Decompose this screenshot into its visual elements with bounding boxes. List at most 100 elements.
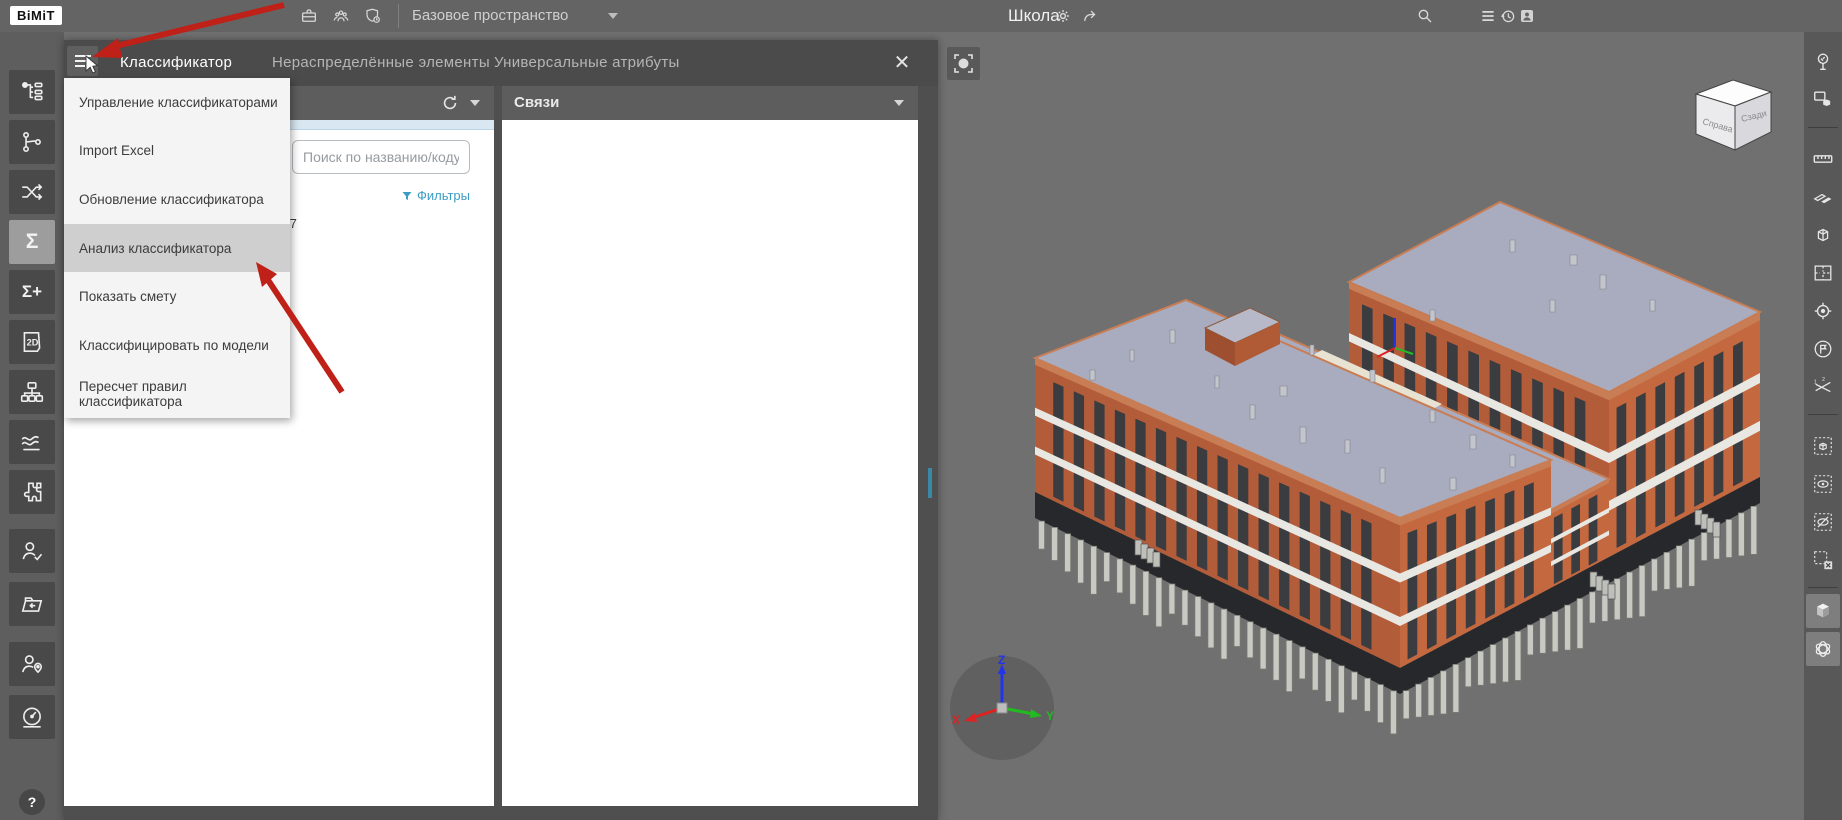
model-tree-icon [21, 81, 43, 101]
menu-item-show-estimate[interactable]: Показать смету [64, 272, 290, 321]
sidebar-item-2d[interactable]: 2D [9, 320, 55, 364]
account-icon[interactable] [1518, 7, 1536, 25]
filter-funnel-icon [402, 192, 412, 200]
menu-item-classify-by-model[interactable]: Классифицировать по модели [64, 321, 290, 370]
menu-item-import-excel[interactable]: Import Excel [64, 127, 290, 176]
history-icon[interactable] [1499, 7, 1517, 25]
view-cube[interactable]: Справа Сзади [1684, 74, 1778, 164]
team-icon[interactable] [332, 7, 350, 25]
panel-resize-handle[interactable] [928, 468, 932, 498]
toolbar-clear-selection-button[interactable] [1806, 543, 1840, 577]
links-header-caret-icon[interactable] [894, 100, 904, 106]
workspace-selector[interactable]: Базовое пространство [412, 0, 568, 32]
toolbar-isolate-button[interactable] [1806, 429, 1840, 463]
sidebar-item-structure[interactable] [9, 370, 55, 414]
3d-model-building[interactable] [950, 180, 1810, 760]
briefcase-icon[interactable] [300, 7, 318, 25]
svg-text:1: 1 [1814, 379, 1817, 385]
menu-item-recalc-rules[interactable]: Пересчет правил классификатора [64, 369, 290, 418]
section-box-icon [1817, 228, 1829, 242]
puzzle-icon [23, 482, 42, 502]
svg-text:2: 2 [1822, 377, 1825, 383]
search-input[interactable] [292, 140, 470, 174]
toolbar-shaded-view-button[interactable] [1806, 594, 1840, 628]
links-panel-title: Связи [514, 94, 560, 111]
sidebar-item-estimates[interactable]: Σ [9, 220, 55, 264]
toolbar-separator [1808, 127, 1838, 128]
sidebar-item-model-tree[interactable] [9, 70, 55, 114]
sidebar-item-mapping[interactable] [9, 170, 55, 214]
menu-item-update-classifier[interactable]: Обновление классификатора [64, 175, 290, 224]
workspace-caret-icon[interactable] [608, 13, 618, 19]
2d-doc-icon: 2D [23, 331, 41, 353]
hamburger-icon [75, 55, 91, 67]
sidebar-item-relations[interactable] [9, 120, 55, 164]
trend-lines-icon [21, 435, 40, 451]
fit-view-button[interactable] [947, 47, 980, 80]
toolbar-measure-button[interactable] [1806, 142, 1840, 176]
sidebar-item-estimates-add[interactable]: Σ+ [9, 270, 55, 314]
menu-item-analyze-classifier[interactable]: Анализ классификатора [64, 223, 290, 273]
sigma-icon: Σ [25, 230, 39, 253]
gauge-icon [23, 707, 41, 728]
person-check-icon [22, 542, 43, 561]
app-logo[interactable]: BiMiT [10, 6, 62, 25]
sidebar-item-export[interactable] [9, 582, 55, 626]
locate-icon [1814, 302, 1832, 320]
shield-clock-icon[interactable] [364, 7, 382, 25]
refresh-icon[interactable] [440, 93, 460, 113]
ruler-icon [1813, 155, 1833, 163]
toolbar-flag-button[interactable] [1806, 332, 1840, 366]
gizmo-x-label: X [952, 713, 960, 727]
share-icon[interactable] [1081, 7, 1099, 25]
sidebar-item-user-location[interactable] [9, 642, 55, 686]
filters-link[interactable]: Фильтры [350, 188, 470, 203]
toolbar-locate-button[interactable] [1806, 294, 1840, 328]
close-icon[interactable]: ✕ [890, 51, 914, 75]
gizmo-z-label: Z [998, 653, 1005, 667]
eye-slash-icon [1814, 513, 1832, 531]
folder-export-icon [21, 597, 43, 612]
toolbar-show-hidden-button[interactable] [1806, 467, 1840, 501]
toolbar-section-plane-button[interactable] [1806, 180, 1840, 214]
toolbar-separator [1808, 414, 1838, 415]
toolbar-orbit-button[interactable] [1806, 632, 1840, 666]
sidebar-item-charts[interactable] [9, 420, 55, 464]
isolate-box-icon [1814, 437, 1832, 455]
select-similar-icon [1814, 91, 1831, 106]
sidebar-item-user-tasks[interactable] [9, 529, 55, 573]
links-panel-body[interactable] [502, 120, 918, 806]
toolbar-hide-button[interactable] [1806, 505, 1840, 539]
orientation-gizmo[interactable]: Z X Y [946, 652, 1058, 764]
right-toolbar: 12 [1804, 32, 1842, 820]
tab-universal-attributes[interactable]: Универсальные атрибуты [476, 40, 698, 86]
classifier-menu-button[interactable] [67, 46, 98, 76]
shaded-cube-icon [1817, 603, 1829, 618]
search-icon[interactable] [1416, 7, 1434, 25]
toolbar-section-box-button[interactable] [1806, 218, 1840, 252]
sidebar-item-dashboard[interactable] [9, 695, 55, 739]
org-chart-icon [20, 381, 44, 403]
tab-unallocated-elements[interactable]: Нераспределённые элементы [254, 40, 508, 86]
classifier-dropdown-menu: Управление классификаторами Import Excel… [64, 78, 290, 418]
grids-axes-icon: 12 [1814, 377, 1831, 393]
toolbar-tree-button[interactable] [1806, 45, 1840, 79]
classifier-header-caret-icon[interactable] [470, 100, 480, 106]
help-button[interactable]: ? [19, 789, 45, 815]
project-title: Школа [1008, 6, 1060, 25]
settings-gear-icon[interactable] [1054, 7, 1072, 25]
left-sidebar: Σ Σ+ 2D ? [0, 32, 64, 820]
toolbar-grids-button[interactable]: 12 [1806, 370, 1840, 404]
sigma-plus-icon: Σ+ [21, 282, 43, 301]
toolbar-select-similar-button[interactable] [1806, 83, 1840, 117]
toolbar-floor-plan-button[interactable] [1806, 256, 1840, 290]
menu-item-manage-classifiers[interactable]: Управление классификаторами [64, 78, 290, 127]
clear-selection-icon [1814, 551, 1833, 570]
list-icon[interactable] [1479, 7, 1497, 25]
tree-icon [1817, 53, 1829, 71]
sidebar-item-plugins[interactable] [9, 470, 55, 514]
branch-icon [23, 131, 41, 153]
floor-plan-icon [1814, 265, 1832, 281]
person-pin-icon [21, 655, 43, 674]
orbit-icon [1815, 641, 1831, 657]
